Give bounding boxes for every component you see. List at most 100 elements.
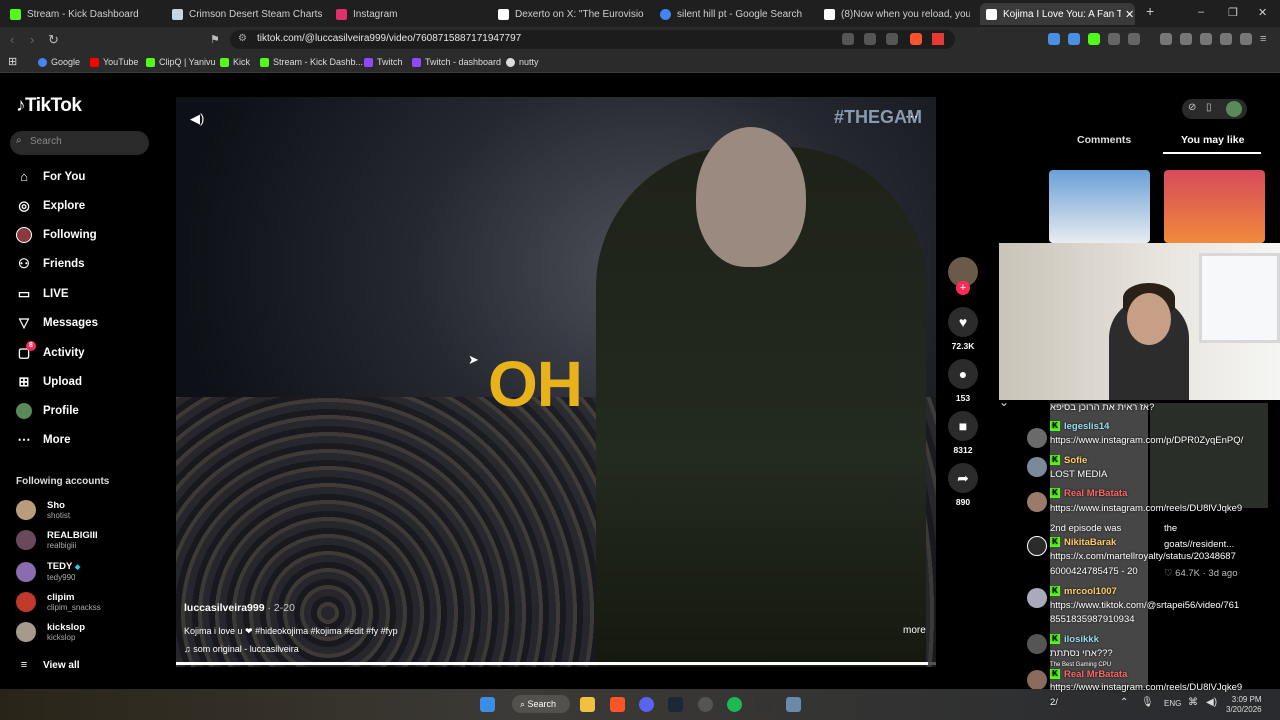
- bookmark-item[interactable]: Twitch - dashboard: [412, 57, 501, 67]
- following-account[interactable]: TEDY ◆ tedy990: [16, 561, 80, 582]
- sidebar-toggle-icon[interactable]: [1180, 33, 1192, 45]
- tab-comments[interactable]: Comments: [1077, 134, 1131, 146]
- following-account[interactable]: REALBIGIII realbigiii: [16, 530, 98, 550]
- video-author[interactable]: luccasilveira999: [184, 602, 265, 614]
- share-icon[interactable]: [886, 33, 898, 45]
- app-icon[interactable]: [786, 697, 801, 712]
- video-player[interactable]: #THEGAM ⋯ OH ◀) luccasilveira999 · 2-20 …: [176, 97, 936, 667]
- like-button[interactable]: ♥ 72.3K: [947, 307, 979, 351]
- brave-icon[interactable]: [610, 697, 625, 712]
- video-progress-bar[interactable]: [176, 662, 936, 665]
- bookmark-item[interactable]: Google: [38, 57, 80, 67]
- apps-grid-icon[interactable]: ⊞: [8, 55, 17, 68]
- obs-icon[interactable]: [698, 697, 713, 712]
- following-account[interactable]: kickslop kickslop: [16, 622, 85, 642]
- browser-tab[interactable]: (8)Now when you reload, you'll drop: [818, 3, 970, 25]
- spotify-icon[interactable]: [727, 697, 742, 712]
- extension-icon[interactable]: [1068, 33, 1080, 45]
- shield-icon[interactable]: [1240, 33, 1252, 45]
- bookmark-item[interactable]: ClipQ | Yanivu: [146, 57, 216, 67]
- browser-tab[interactable]: Instagram: [330, 3, 490, 25]
- more-button[interactable]: more: [903, 625, 926, 636]
- nav-friends[interactable]: ⚇ Friends: [16, 256, 84, 272]
- file-explorer-icon[interactable]: [580, 697, 595, 712]
- close-tab-icon[interactable]: ✕: [1125, 8, 1134, 21]
- new-tab-icon[interactable]: +: [1146, 3, 1154, 19]
- nav-profile[interactable]: Profile: [16, 403, 79, 419]
- recommended-video-thumbnail[interactable]: [1164, 170, 1265, 243]
- more-options-icon[interactable]: ⋯: [905, 109, 918, 125]
- media-icon[interactable]: [1160, 33, 1172, 45]
- system-clock[interactable]: 3:09 PM 3/20/2026: [1226, 695, 1262, 715]
- kick-extension-icon[interactable]: [1088, 33, 1100, 45]
- browser-tab[interactable]: silent hill pt - Google Search: [654, 3, 814, 25]
- recommended-video-thumbnail[interactable]: [1049, 170, 1150, 243]
- profile-avatar-icon[interactable]: [1226, 101, 1242, 117]
- video-progress-fill: [176, 662, 929, 665]
- extension-icon[interactable]: [1128, 33, 1140, 45]
- app-icon[interactable]: [756, 697, 771, 712]
- close-window-icon[interactable]: ✕: [1258, 6, 1267, 19]
- taskbar-search[interactable]: ⌕ Search: [512, 695, 570, 713]
- brave-shield-icon[interactable]: [910, 33, 922, 45]
- site-info-icon[interactable]: ⚙: [238, 33, 247, 44]
- discord-icon[interactable]: [639, 697, 654, 712]
- browser-tab[interactable]: Stream - Kick Dashboard: [4, 3, 164, 25]
- browser-tab[interactable]: Crimson Desert Steam Charts · Steam: [166, 3, 326, 25]
- wallet-icon[interactable]: [1200, 33, 1212, 45]
- extension-icon[interactable]: [1048, 33, 1060, 45]
- nav-upload[interactable]: ⊞ Upload: [16, 374, 82, 390]
- tray-chevron-icon[interactable]: ⌃: [1120, 697, 1128, 708]
- volume-icon[interactable]: ◀): [1206, 697, 1217, 708]
- following-account[interactable]: clipim clipim_snackss: [16, 592, 101, 612]
- browser-tab-active[interactable]: Kojima I Love You: A Fan Tribute ✕: [980, 3, 1135, 25]
- windows-start-icon[interactable]: [480, 697, 495, 712]
- tab-you-may-like[interactable]: You may like: [1181, 134, 1244, 146]
- chevron-down-icon[interactable]: ⌄: [999, 395, 1009, 409]
- menu-icon[interactable]: ≡: [1260, 33, 1266, 45]
- volume-icon[interactable]: ◀): [190, 111, 204, 127]
- save-button[interactable]: ■ 8312: [947, 411, 979, 455]
- steam-icon[interactable]: [668, 697, 683, 712]
- bookmark-icon[interactable]: ⚑: [210, 33, 220, 46]
- forward-icon[interactable]: ›: [30, 32, 34, 47]
- nav-more[interactable]: ⋯ More: [16, 432, 71, 448]
- share-button[interactable]: ➦ 890: [947, 463, 979, 507]
- nav-messages[interactable]: ▽ Messages: [16, 315, 98, 331]
- bookmark-item[interactable]: nutty: [506, 57, 539, 67]
- minimize-icon[interactable]: –: [1198, 6, 1204, 18]
- cast-icon[interactable]: [864, 33, 876, 45]
- video-audio[interactable]: ♫ som original - luccasilveira: [184, 644, 299, 654]
- comment-button[interactable]: ● 153: [947, 359, 979, 403]
- device-icon[interactable]: ▯: [1206, 102, 1212, 113]
- nav-activity[interactable]: ▢ 8 Activity: [16, 341, 85, 361]
- nav-following[interactable]: Following: [16, 227, 97, 243]
- view-all-link[interactable]: ≡ View all: [16, 657, 80, 673]
- bookmark-item[interactable]: Twitch: [364, 57, 403, 67]
- nav-explore[interactable]: ◎ Explore: [16, 198, 85, 214]
- language-indicator[interactable]: ENG: [1164, 699, 1181, 708]
- bookmark-item[interactable]: Kick: [220, 57, 250, 67]
- author-avatar-button[interactable]: +: [947, 257, 979, 295]
- nav-for-you[interactable]: ⌂ For You: [16, 169, 85, 185]
- follow-plus-icon[interactable]: +: [956, 281, 970, 295]
- extensions-puzzle-icon[interactable]: [1108, 33, 1120, 45]
- reload-icon[interactable]: ↻: [48, 32, 59, 48]
- nav-live[interactable]: ▭ LIVE: [16, 286, 69, 302]
- vpn-icon[interactable]: [1220, 33, 1232, 45]
- video-author-line[interactable]: luccasilveira999 · 2-20: [184, 602, 295, 614]
- browser-tab[interactable]: Dexerto on X: "The Eurovision 2025: [492, 3, 644, 25]
- maximize-icon[interactable]: ❐: [1228, 6, 1238, 19]
- following-account[interactable]: Sho shotist: [16, 500, 70, 520]
- pip-icon[interactable]: [842, 33, 854, 45]
- compass-icon[interactable]: ⊘: [1188, 102, 1196, 113]
- brave-rewards-icon[interactable]: [932, 33, 944, 45]
- bookmark-item[interactable]: YouTube: [90, 57, 138, 67]
- mic-icon[interactable]: 🎙: [1141, 697, 1154, 708]
- kick-icon: [260, 57, 269, 67]
- network-icon[interactable]: ⌘: [1188, 697, 1198, 708]
- tiktok-logo[interactable]: ♪TikTok: [16, 95, 82, 117]
- bookmark-item[interactable]: Stream - Kick Dashb...: [260, 57, 363, 67]
- back-icon[interactable]: ‹: [10, 32, 14, 47]
- search-input[interactable]: ⌕ Search: [10, 131, 149, 155]
